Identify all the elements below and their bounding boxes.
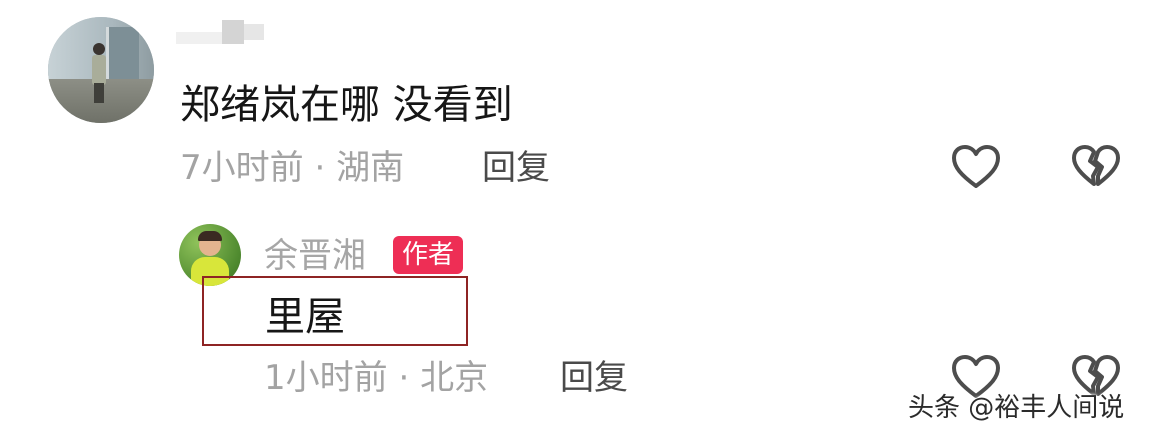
heart-outline-icon[interactable]	[951, 144, 1001, 190]
reply-separator: ·	[398, 358, 410, 398]
author-username[interactable]: 余晋湘	[264, 236, 366, 276]
reply-text: 里屋	[265, 294, 345, 340]
comment-location: 湖南	[336, 148, 405, 188]
comment-separator: ·	[314, 148, 326, 188]
comment-meta: 7小时前 · 湖南	[180, 148, 404, 188]
comment-text: 郑绪岚在哪 没看到	[180, 82, 513, 128]
broken-heart-icon[interactable]	[1071, 144, 1121, 190]
watermark-text: 头条 @裕丰人间说	[908, 393, 1125, 423]
commenter-avatar[interactable]	[48, 17, 154, 123]
comment-reply-button[interactable]: 回复	[482, 148, 550, 188]
reply-reply-button[interactable]: 回复	[560, 358, 628, 398]
comment-time: 7小时前	[180, 148, 304, 188]
author-badge: 作者	[393, 236, 464, 274]
reply-location: 北京	[420, 358, 489, 398]
commenter-username-blurred[interactable]	[176, 20, 264, 46]
reply-meta: 1小时前 · 北京	[264, 358, 488, 398]
reply-time: 1小时前	[264, 358, 388, 398]
